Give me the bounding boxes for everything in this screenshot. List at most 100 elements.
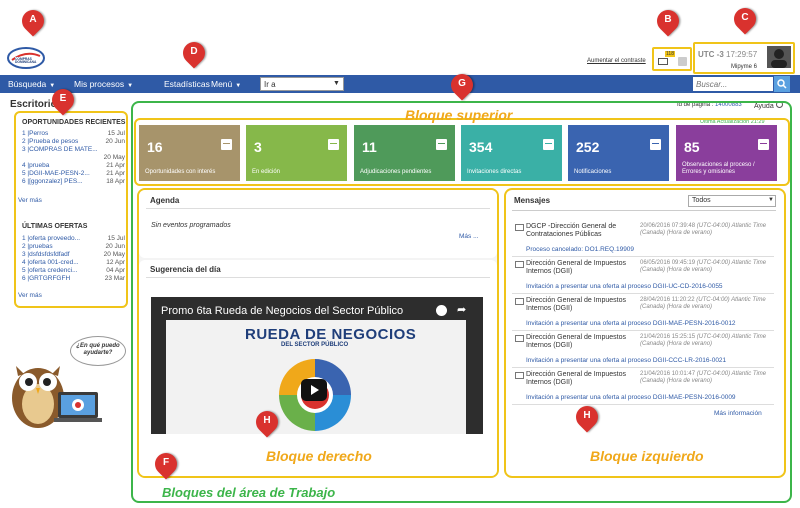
summary-card[interactable]: 354 Invitaciones directas: [461, 125, 562, 181]
increase-contrast-link[interactable]: Aumentar el contraste: [587, 58, 646, 64]
list-item-link[interactable]: 6 |[ggonzalez] PES...: [22, 178, 83, 185]
recent-sidebar: OPORTUNIDADES RECIENTES 1 |Perros 15 Jul 2…: [14, 111, 128, 308]
list-item[interactable]: 5 |DGII-MAE-PESN-2... 21 Apr: [22, 170, 125, 178]
summary-card[interactable]: 85 Observaciones al proceso / Errores y o…: [676, 125, 777, 181]
annotation-work-area: Bloques del área de Trabajo: [162, 485, 336, 500]
compras-dominicana-logo[interactable]: COMPRAS DOMINICANA: [6, 46, 46, 70]
video-title[interactable]: Promo 6ta Rueda de Negocios del Sector P…: [161, 305, 403, 317]
nav-busqueda[interactable]: Búsqueda ▼: [8, 79, 55, 89]
search-input[interactable]: [693, 77, 773, 91]
search-icon: [777, 79, 787, 89]
list-item-link[interactable]: 5 |DGII-MAE-PESN-2...: [22, 170, 90, 177]
messages-filter-select[interactable]: Todos: [688, 195, 776, 207]
card-label: Adjudicaciones pendientes: [360, 169, 432, 175]
card-count: 11: [362, 139, 377, 155]
utc-label: UTC -3: [698, 50, 724, 59]
list-item[interactable]: 4 |oferta 001-cred... 12 Apr: [22, 259, 125, 267]
thumbnail-title: RUEDA DE NEGOCIOS: [245, 326, 417, 343]
list-item[interactable]: 3 |dsfdsfdsfdfadf 20 May: [22, 251, 125, 259]
list-item-date: 15 Jul: [107, 235, 125, 242]
clock-icon[interactable]: [436, 305, 447, 316]
list-item[interactable]: 1 |oferta proveedo... 15 Jul: [22, 235, 125, 243]
nav-busqueda-label: Búsqueda: [8, 79, 47, 89]
message-link[interactable]: Proceso cancelado: DO1.REQ.19909: [526, 246, 634, 253]
list-item-link[interactable]: 3 |COMPRAS DE MATE...: [22, 146, 98, 153]
list-item[interactable]: 6 |GRTGRFGFH 23 Mar: [22, 275, 125, 283]
play-icon: [311, 385, 319, 395]
notifications-area[interactable]: 118: [652, 47, 692, 71]
message-timestamp: 20/06/2016 07:39:48 (UTC-04:00) Atlantic…: [640, 223, 780, 237]
nav-mis-procesos[interactable]: Mis procesos ▼: [74, 79, 133, 89]
list-item[interactable]: 3 |COMPRAS DE MATE...: [22, 146, 125, 154]
list-item[interactable]: 4 |prueba 21 Apr: [22, 162, 125, 170]
chevron-down-icon: ▼: [127, 83, 134, 89]
chevron-down-icon: ▼: [235, 83, 242, 89]
message-sender: Dirección General de Impuestos Internos …: [526, 371, 626, 386]
messages-more-link[interactable]: Más información: [714, 410, 762, 417]
mail-icon[interactable]: [658, 58, 668, 65]
list-item-link[interactable]: 4 |oferta 001-cred...: [22, 259, 79, 266]
username[interactable]: Mipyme 6: [731, 64, 757, 70]
message-link[interactable]: Invitación a presentar una oferta al pro…: [526, 357, 726, 364]
messages-title: Mensajes: [514, 196, 551, 205]
agenda-empty-text: Sin eventos programados: [151, 222, 231, 229]
list-item[interactable]: 2 |Prueba de pesos 20 Jun: [22, 138, 125, 146]
card-count: 16: [147, 139, 163, 155]
nav-menu[interactable]: Menú ▼: [211, 79, 241, 89]
message-sender: Dirección General de Impuestos Internos …: [526, 260, 626, 275]
offers-more-link[interactable]: Ver más: [18, 292, 42, 299]
list-item-link[interactable]: 2 |pruebas: [22, 243, 53, 250]
annotation-marker: D: [178, 37, 210, 70]
list-item-date: 12 Apr: [106, 259, 125, 266]
list-item-link[interactable]: 6 |GRTGRFGFH: [22, 275, 70, 282]
message-link[interactable]: Invitación a presentar una oferta al pro…: [526, 394, 736, 401]
chevron-down-icon: ▼: [333, 80, 340, 87]
opportunities-more-link[interactable]: Ver más: [18, 197, 42, 204]
annotation-marker: C: [729, 3, 761, 36]
marker-letter: B: [664, 14, 672, 25]
message-sender: DGCP -Dirección General de Contratacione…: [526, 223, 617, 238]
message-divider: [512, 367, 774, 368]
list-item[interactable]: 5 |oferta credenci... 04 Apr: [22, 267, 125, 275]
goto-select[interactable]: Ir a: [260, 77, 344, 91]
summary-card[interactable]: 252 Notificaciones: [568, 125, 669, 181]
marker-letter: F: [162, 457, 170, 468]
list-item[interactable]: 6 |[ggonzalez] PES... 18 Apr: [22, 178, 125, 186]
list-item-link[interactable]: 1 |oferta proveedo...: [22, 235, 80, 242]
summary-card[interactable]: 16 Oportunidades con interés: [139, 125, 240, 181]
list-item-date: 20 May: [103, 251, 125, 258]
annotation-marker: A: [17, 5, 49, 38]
message-timestamp: 28/04/2016 11:20:22 (UTC-04:00) Atlantic…: [640, 297, 780, 311]
message-divider: [512, 293, 774, 294]
list-item-link[interactable]: 5 |oferta credenci...: [22, 267, 78, 274]
list-item-link[interactable]: 3 |dsfdsfdsfdfadf: [22, 251, 70, 258]
notification-count-badge: 118: [665, 51, 675, 57]
summary-card[interactable]: 3 En edición: [246, 125, 347, 181]
message-link[interactable]: Invitación a presentar una oferta al pro…: [526, 283, 723, 290]
annotation-right-block: Bloque derecho: [266, 448, 372, 464]
offers-title: ÚLTIMAS OFERTAS: [22, 223, 88, 230]
play-button[interactable]: [301, 379, 327, 401]
summary-card[interactable]: 11 Adjudicaciones pendientes: [354, 125, 455, 181]
list-item-link[interactable]: 1 |Perros: [22, 130, 48, 137]
agenda-more-link[interactable]: Más ...: [459, 233, 479, 240]
nav-mis-procesos-label: Mis procesos: [74, 79, 125, 89]
search-button[interactable]: [774, 76, 790, 92]
envelope-icon: [515, 372, 524, 379]
share-icon[interactable]: ➦: [457, 303, 466, 316]
list-item[interactable]: 1 |Perros 15 Jul: [22, 130, 125, 138]
message-divider: [512, 330, 774, 331]
marker-letter: E: [59, 93, 67, 104]
offers-list: 1 |oferta proveedo... 15 Jul 2 |pruebas 20 …: [22, 235, 125, 283]
help-speech-bubble[interactable]: ¿En qué puedo ayudarte?: [70, 336, 126, 366]
list-item-link[interactable]: 4 |prueba: [22, 162, 49, 169]
message-icon[interactable]: [678, 57, 687, 66]
card-label: Notificaciones: [574, 169, 612, 175]
message-timestamp: 21/04/2016 10:01:47 (UTC-04:00) Atlantic…: [640, 371, 780, 385]
user-avatar[interactable]: [767, 46, 791, 68]
list-item[interactable]: 2 |pruebas 20 Jun: [22, 243, 125, 251]
message-link[interactable]: Invitación a presentar una oferta al pro…: [526, 320, 736, 327]
nav-estadisticas[interactable]: Estadísticas: [164, 79, 210, 89]
list-item[interactable]: 20 May: [22, 154, 125, 162]
list-item-link[interactable]: 2 |Prueba de pesos: [22, 138, 78, 145]
